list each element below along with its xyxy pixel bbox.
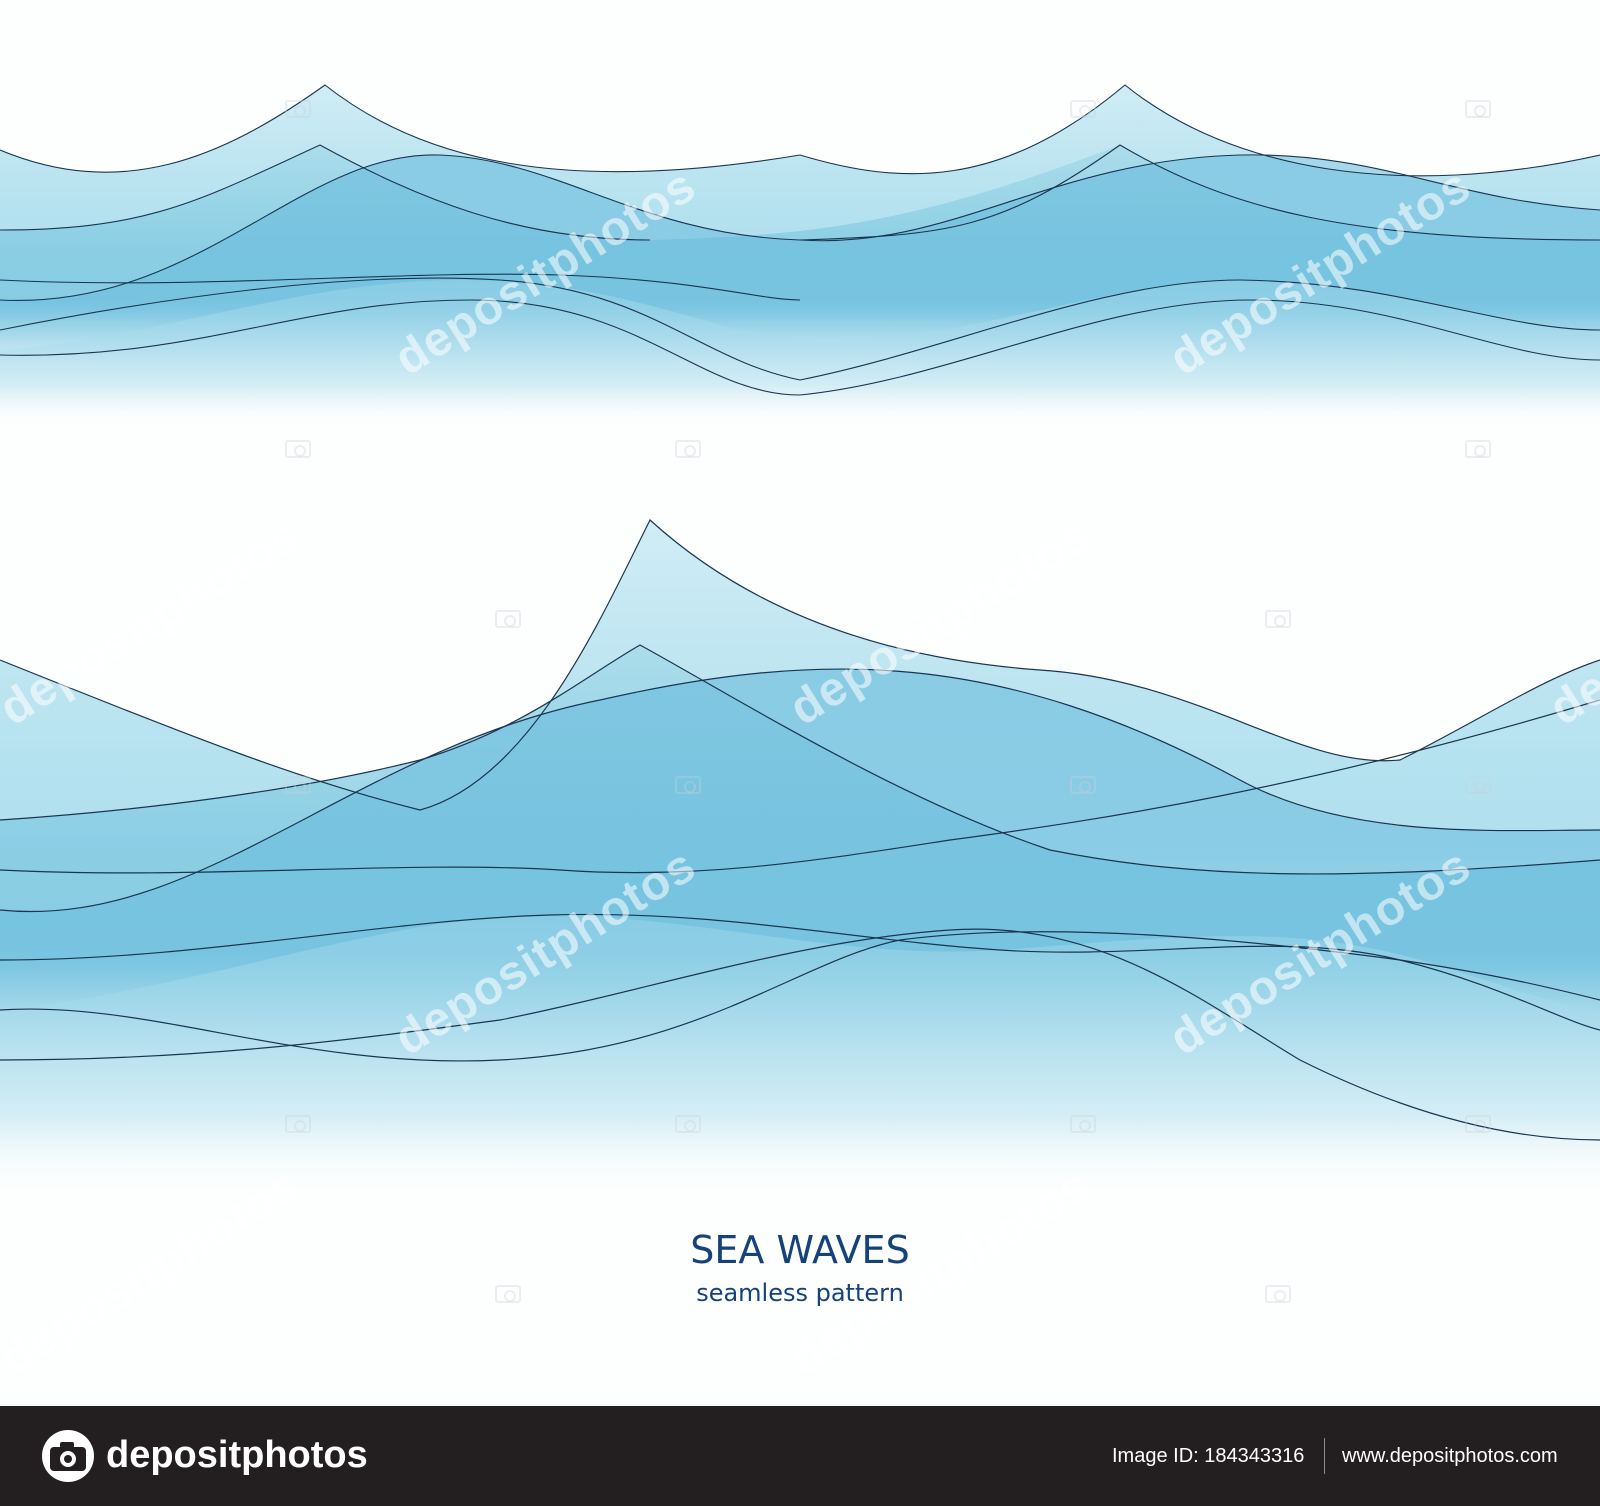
camera-watermark-icon — [285, 440, 311, 458]
camera-watermark-icon — [285, 776, 311, 794]
camera-watermark-icon — [675, 440, 701, 458]
camera-watermark-icon — [1070, 776, 1096, 794]
camera-watermark-icon — [1465, 440, 1491, 458]
stock-footer-bar: depositphotos Image ID: 184343316 www.de… — [0, 1406, 1600, 1506]
artwork-canvas: depositphotos depositphotos depositphoto… — [0, 0, 1600, 1406]
camera-watermark-icon — [1465, 776, 1491, 794]
camera-watermark-icon — [1465, 1115, 1491, 1133]
depositphotos-logo-icon — [42, 1430, 94, 1482]
artwork-title: SEA WAVES — [690, 1228, 910, 1272]
footer-divider — [1324, 1438, 1325, 1474]
top-wave-band — [0, 84, 1600, 430]
camera-watermark-icon — [495, 610, 521, 628]
image-id: Image ID: 184343316 — [1112, 1445, 1305, 1467]
camera-watermark-icon — [1265, 610, 1291, 628]
camera-watermark-icon — [285, 100, 311, 118]
camera-watermark-icon — [675, 776, 701, 794]
camera-watermark-icon — [285, 1115, 311, 1133]
camera-watermark-icon — [1070, 1115, 1096, 1133]
brand-name: depositphotos — [106, 1434, 368, 1476]
site-url-link[interactable]: www.depositphotos.com — [1342, 1442, 1558, 1470]
bottom-wave-band — [0, 519, 1600, 1200]
sea-waves-illustration — [0, 84, 1600, 1200]
camera-watermark-icon — [675, 1115, 701, 1133]
camera-watermark-icon — [1070, 100, 1096, 118]
title-block: SEA WAVES seamless pattern — [0, 1228, 1600, 1308]
camera-watermark-icon — [1465, 100, 1491, 118]
artwork-subtitle: seamless pattern — [696, 1279, 904, 1307]
